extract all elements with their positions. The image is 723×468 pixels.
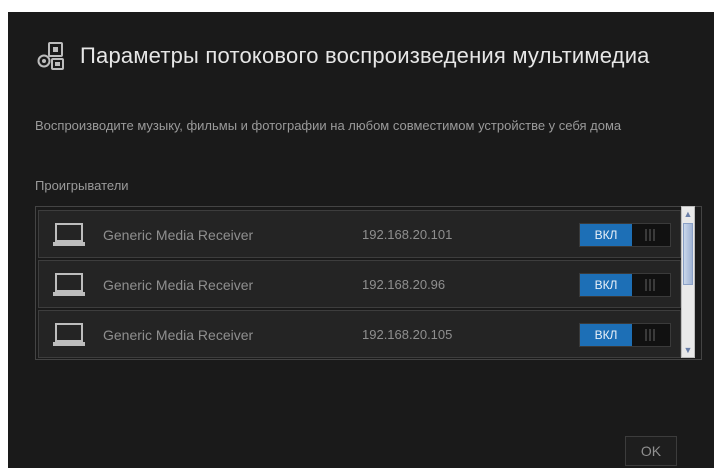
player-name: Generic Media Receiver [103, 227, 254, 243]
laptop-icon [53, 273, 85, 296]
description-text: Воспроизводите музыку, фильмы и фотограф… [35, 118, 622, 133]
players-list-scrollbar[interactable]: ▲ ▼ [681, 206, 695, 358]
toggle-grip-icon [644, 329, 656, 341]
player-name: Generic Media Receiver [103, 327, 254, 343]
toggle-on-label: ВКЛ [580, 274, 632, 296]
toggle-on-label: ВКЛ [580, 324, 632, 346]
scroll-down-icon[interactable]: ▼ [682, 343, 694, 357]
toggle-grip-icon [644, 229, 656, 241]
page-title: Параметры потокового воспроизведения мул… [80, 43, 650, 68]
media-streaming-icon [37, 42, 64, 70]
player-ip: 192.168.20.105 [362, 327, 453, 342]
player-row: Generic Media Receiver 192.168.20.101 ВК… [38, 210, 681, 258]
laptop-icon [53, 323, 85, 346]
players-section-label: Проигрыватели [35, 178, 129, 193]
scrollbar-thumb[interactable] [683, 223, 693, 285]
dialog-header: Параметры потокового воспроизведения мул… [36, 40, 650, 72]
player-name: Generic Media Receiver [103, 277, 254, 293]
player-row: Generic Media Receiver 192.168.20.105 ВК… [38, 310, 681, 358]
players-list: Generic Media Receiver 192.168.20.101 ВК… [35, 206, 702, 360]
scroll-up-icon[interactable]: ▲ [682, 207, 694, 221]
player-ip: 192.168.20.96 [362, 277, 446, 292]
player-enable-toggle[interactable]: ВКЛ [579, 273, 671, 297]
toggle-on-label: ВКЛ [580, 224, 632, 246]
player-row: Generic Media Receiver 192.168.20.96 ВКЛ [38, 260, 681, 308]
toggle-grip-icon [644, 279, 656, 291]
player-ip: 192.168.20.101 [362, 227, 453, 242]
media-streaming-dialog: Параметры потокового воспроизведения мул… [8, 12, 714, 468]
laptop-icon [53, 223, 85, 246]
player-enable-toggle[interactable]: ВКЛ [579, 223, 671, 247]
ok-button[interactable]: OK [625, 436, 677, 466]
player-enable-toggle[interactable]: ВКЛ [579, 323, 671, 347]
